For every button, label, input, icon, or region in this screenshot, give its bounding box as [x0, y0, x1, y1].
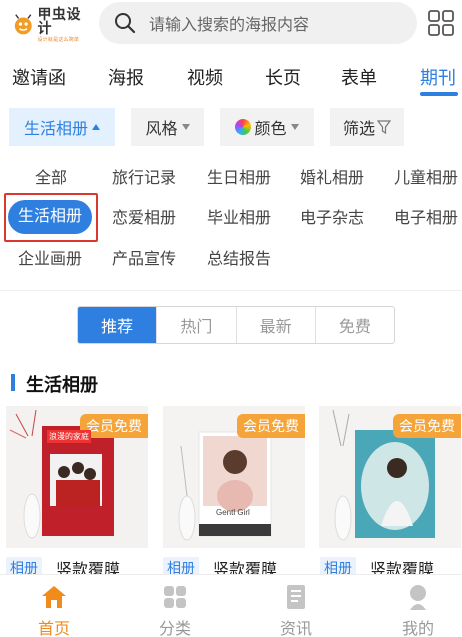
- nav-profile[interactable]: 我的: [388, 583, 448, 637]
- nav-category[interactable]: 分类: [145, 583, 205, 637]
- category-chip-birthday[interactable]: 生日相册: [207, 169, 271, 189]
- category-chip-love[interactable]: 恋爱相册: [112, 209, 176, 229]
- card-cover-text: Gentl Girl: [216, 508, 250, 517]
- template-card[interactable]: 会员免费: [319, 406, 461, 548]
- section-accent-bar: [11, 374, 15, 391]
- template-card[interactable]: 会员免费: [163, 406, 305, 548]
- nav-home-label: 首页: [37, 621, 70, 637]
- news-icon: [287, 585, 305, 609]
- tab-long-page[interactable]: 长页: [265, 64, 301, 90]
- sort-latest[interactable]: 最新: [235, 307, 315, 343]
- selection-highlight: [4, 193, 98, 242]
- sort-segmented-control: 推荐 热门 最新 免费: [77, 306, 395, 344]
- home-icon: [42, 586, 66, 608]
- category-chip-all[interactable]: 全部: [35, 169, 67, 189]
- tab-video[interactable]: 视频: [187, 64, 223, 90]
- nav-profile-label: 我的: [401, 621, 434, 637]
- divider: [0, 290, 462, 291]
- category-chip-travel[interactable]: 旅行记录: [112, 169, 176, 189]
- active-tab-indicator: [420, 92, 458, 96]
- category-chip-graduation[interactable]: 毕业相册: [207, 209, 271, 229]
- funnel-icon: [377, 120, 391, 134]
- nav-home[interactable]: 首页: [24, 583, 84, 637]
- user-icon: [410, 585, 426, 610]
- category-chip-enterprise[interactable]: 企业画册: [18, 250, 82, 270]
- color-filter[interactable]: 颜色: [220, 108, 314, 146]
- template-card[interactable]: 会员免费: [6, 406, 148, 548]
- category-chip-emagazine[interactable]: 电子杂志: [300, 209, 364, 229]
- search-input[interactable]: 请输入搜索的海报内容: [99, 2, 417, 44]
- header: 甲虫设计 设计就是这么简单 请输入搜索的海报内容: [0, 0, 462, 50]
- caret-down-icon: [290, 124, 299, 130]
- section-title: 生活相册: [26, 375, 98, 395]
- bottom-nav: 首页 分类 资讯 我的: [0, 574, 462, 637]
- style-filter-label: 风格: [145, 121, 178, 138]
- sort-free[interactable]: 免费: [314, 307, 394, 343]
- screen-filter-label: 筛选: [342, 121, 375, 138]
- caret-down-icon: [181, 124, 190, 130]
- category-chip-report[interactable]: 总结报告: [207, 250, 271, 270]
- logo-icon: [14, 14, 32, 35]
- nav-news[interactable]: 资讯: [266, 583, 326, 637]
- color-wheel-icon: [235, 119, 252, 135]
- grid-menu-icon[interactable]: [428, 10, 454, 36]
- category-chip-product[interactable]: 产品宣传: [112, 250, 176, 270]
- tab-invitation[interactable]: 邀请函: [12, 64, 66, 90]
- member-free-badge: 会员免费: [237, 414, 305, 438]
- color-filter-label: 颜色: [254, 121, 287, 138]
- card-cover-text: 浪漫的家庭: [47, 430, 91, 443]
- logo[interactable]: 甲虫设计 设计就是这么简单: [12, 6, 92, 43]
- screen-filter[interactable]: 筛选: [330, 108, 404, 146]
- search-icon: [115, 13, 136, 34]
- category-filter[interactable]: 生活相册: [9, 108, 115, 146]
- tab-journal[interactable]: 期刊: [420, 64, 456, 90]
- logo-text: 甲虫设计: [37, 6, 82, 36]
- member-free-badge: 会员免费: [393, 414, 461, 438]
- logo-slogan: 设计就是这么简单: [37, 37, 80, 43]
- sort-hot[interactable]: 热门: [156, 307, 235, 343]
- category-chip-wedding[interactable]: 婚礼相册: [300, 169, 364, 189]
- category-chip-children[interactable]: 儿童相册: [394, 169, 458, 189]
- category-filter-label: 生活相册: [23, 121, 88, 138]
- nav-news-label: 资讯: [279, 621, 312, 637]
- tab-form[interactable]: 表单: [341, 64, 377, 90]
- nav-category-label: 分类: [158, 621, 191, 637]
- style-filter[interactable]: 风格: [131, 108, 204, 146]
- tab-bar: 邀请函 海报 视频 长页 表单 期刊: [0, 60, 462, 100]
- sort-recommended[interactable]: 推荐: [78, 307, 157, 343]
- category-grid-icon: [164, 586, 186, 608]
- category-chip-ealbum[interactable]: 电子相册: [394, 209, 458, 229]
- tab-poster[interactable]: 海报: [108, 64, 144, 90]
- search-placeholder: 请输入搜索的海报内容: [149, 17, 310, 34]
- caret-up-icon: [92, 124, 100, 130]
